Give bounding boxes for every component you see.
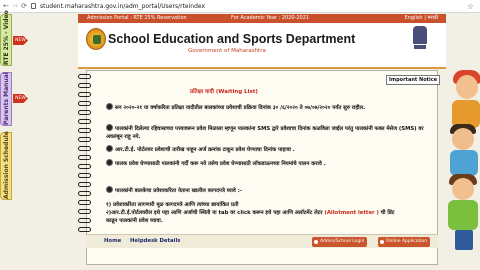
- address-bar[interactable]: student.maharashtra.gov.in/adm_portal/Us…: [40, 1, 205, 12]
- new-badge: NEW: [13, 36, 28, 45]
- page-subtitle: Government of Maharashtra: [188, 48, 266, 54]
- new-badge: NEW: [13, 94, 28, 103]
- helpdesk-details-link[interactable]: Helpdesk Details: [130, 238, 180, 244]
- admission-portal-label: Admission Portal : RTE 25% Reservation: [87, 15, 187, 21]
- bullet-icon: [106, 124, 113, 131]
- documents-item-1: १) प्रवेशाकरिता लागणारी मूळ कागदपत्रे आण…: [106, 202, 239, 208]
- documents-item-2: २)आर.टी.ई.पोर्टलवरील इथे पहा आणि अर्जाची…: [106, 210, 395, 216]
- notice-paragraph-4: पालक प्रवेश घेण्यासाठी पालकांनी गर्दी कर…: [106, 159, 431, 168]
- bullet-icon: [106, 145, 113, 152]
- notice-paragraph-1: सन २०२०-२१ या वर्षाकरिता प्रतिक्षा यादीत…: [106, 103, 431, 112]
- documents-item-2-cont: काढून पालकांनी प्रवेश घ्यावा.: [106, 218, 163, 224]
- bookmark-star-icon[interactable]: ☆: [467, 1, 474, 12]
- reload-icon[interactable]: ⟳: [21, 2, 27, 11]
- waiting-list-title: प्रतिक्षा यादी (Waiting List): [190, 89, 258, 95]
- bullet-icon: [106, 159, 113, 166]
- forward-arrow-icon[interactable]: →: [12, 2, 18, 11]
- sidebar-tab-parents-manual[interactable]: Parents Manual: [0, 72, 12, 126]
- portal-topbar: Admission Portal : RTE 25% Reservation F…: [78, 14, 446, 23]
- admin-school-login-button[interactable]: Admin/School Login: [312, 237, 368, 247]
- academic-year-label: For Academic Year : 2020-2021: [231, 15, 310, 21]
- user-icon: [314, 240, 318, 244]
- site-header: School Education and Sports Department G…: [78, 23, 446, 69]
- allotment-letter-link[interactable]: (Allotment letter ): [324, 210, 379, 216]
- lock-icon[interactable]: [31, 3, 36, 9]
- department-logo-icon: [86, 28, 106, 50]
- notebook-footer: Home Helpdesk Details Admin/School Login…: [86, 234, 438, 248]
- sidebar-tab-admission-schedule[interactable]: Admission Schedule: [0, 131, 12, 200]
- documents-list: १) प्रवेशाकरिता लागणारी मूळ कागदपत्रे आण…: [106, 201, 431, 225]
- spiral-binding: [78, 74, 92, 249]
- form-icon: [380, 240, 384, 244]
- notice-paragraph-5: पालकांनी बालकेचा प्रवेशाकरिता येताना खाल…: [106, 186, 431, 195]
- important-notice-button[interactable]: Important Notice: [386, 75, 441, 85]
- language-switch[interactable]: English | मराठी: [405, 14, 438, 23]
- sidebar-tab-rte-video[interactable]: RTE 25% - Video: [0, 10, 12, 66]
- state-emblem-icon: [413, 26, 427, 50]
- notice-paragraph-2: पालकांनी दिलेल्या रहिवासाच्या पत्त्यावरू…: [106, 124, 424, 140]
- bullet-icon: [106, 186, 113, 193]
- home-link[interactable]: Home: [104, 238, 121, 244]
- notice-paragraph-3: आर.टी.ई. पोर्टलवर प्रवेशाची तारीख पाहून …: [106, 145, 431, 154]
- online-application-button[interactable]: Online Application: [378, 237, 431, 247]
- bullet-icon: [106, 103, 113, 110]
- page-title: School Education and Sports Department: [108, 32, 356, 46]
- browser-toolbar: ← → ⟳ student.maharashtra.gov.in/adm_por…: [0, 0, 480, 13]
